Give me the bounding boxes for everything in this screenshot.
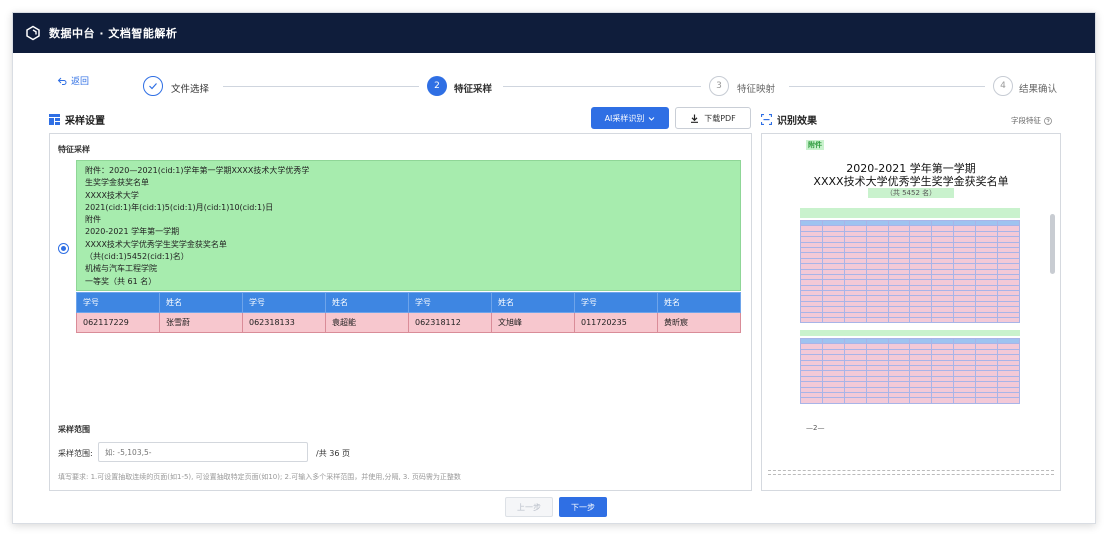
download-icon: [691, 114, 699, 123]
table-cell: 文旭峰: [491, 312, 575, 333]
sample-text-line: 附件：2020—2021(cid:1)学年第一学期XXXX技术大学优秀学: [85, 166, 310, 175]
prev-step-button[interactable]: 上一步: [505, 497, 553, 517]
back-arrow-icon: [57, 77, 67, 85]
sample-text-line: 机械与汽车工程学院: [85, 264, 157, 274]
step-line-1: [223, 86, 419, 87]
table-cell: 062318133: [242, 312, 326, 333]
doc-table-1: [800, 219, 1020, 324]
sample-table: 学号 姓名 学号 姓名 学号 姓名 学号 姓名 062117229 张雪蔚 06…: [76, 292, 741, 333]
download-label: 下载PDF: [704, 113, 736, 123]
step-1-label: 文件选择: [171, 84, 210, 95]
step-3-circle: 3: [709, 76, 729, 96]
range-input[interactable]: [98, 442, 308, 462]
table-header-row: 学号 姓名 学号 姓名 学号 姓名 学号 姓名: [76, 292, 741, 313]
table-header: 姓名: [159, 292, 243, 313]
ai-sampling-button[interactable]: AI采样识别: [591, 107, 669, 129]
table-cell: 062318112: [408, 312, 492, 333]
page-divider: [768, 470, 1054, 471]
download-pdf-button[interactable]: 下载PDF: [675, 107, 751, 129]
help-icon: [1044, 116, 1052, 125]
preview-scrollbar[interactable]: [1050, 214, 1055, 274]
sample-text-block: 附件：2020—2021(cid:1)学年第一学期XXXX技术大学优秀学 生奖学…: [76, 160, 741, 291]
step-4-label: 结果确认: [1019, 84, 1058, 95]
scan-icon: [761, 114, 772, 125]
doc-count: （共 5452 名）: [868, 188, 954, 198]
range-section-title: 采样范围: [58, 425, 90, 434]
step-1-check-icon: [143, 76, 163, 96]
sample-text-line: 生奖学金获奖名单: [85, 178, 149, 188]
doc-section-caption: [800, 330, 1020, 336]
sampling-section-title: 采样设置: [49, 112, 105, 127]
sampling-title-text: 采样设置: [65, 116, 105, 127]
table-header: 姓名: [325, 292, 409, 313]
table-row: 062117229 张雪蔚 062318133 袁超能 062318112 文旭…: [76, 312, 741, 333]
sample-text-line: 2020-2021 学年第一学期: [85, 227, 180, 237]
settings-grid-icon: [49, 114, 60, 125]
step-line-3: [789, 86, 985, 87]
app-window: 数据中台 · 文档智能解析 返回 文件选择 2 特征采样 3 特征映射 4 结果…: [12, 12, 1096, 524]
table-cell: 011720235: [574, 312, 658, 333]
table-header: 学号: [242, 292, 326, 313]
table-cell: 062117229: [76, 312, 160, 333]
range-hint: 填写要求: 1.可设置抽取连续的页面(如1-5), 可设置抽取特定页面(如10)…: [58, 473, 461, 481]
result-preview-panel: 附件 2020-2021 学年第一学期 XXXX技术大学优秀学生奖学金获奖名单 …: [761, 133, 1061, 491]
next-step-button[interactable]: 下一步: [559, 497, 607, 517]
field-feature-link[interactable]: 字段特征: [1011, 115, 1052, 126]
sample-text-line: 2021(cid:1)年(cid:1)5(cid:1)月(cid:1)10(ci…: [85, 202, 274, 212]
sample-text-line: 一等奖（共 61 名）: [85, 276, 157, 286]
table-cell: 袁超能: [325, 312, 409, 333]
sample-text-line: 附件: [85, 215, 101, 225]
step-2-label: 特征采样: [454, 84, 493, 95]
doc-table-2: [800, 337, 1020, 404]
doc-attach-label: 附件: [806, 140, 824, 150]
sample-text-line: （共(cid:1)5452(cid:1)名）: [85, 252, 189, 262]
step-4-circle: 4: [993, 76, 1013, 96]
result-title-text: 识别效果: [777, 116, 817, 127]
step-line-2: [503, 86, 701, 87]
sampling-panel: 特征采样 附件：2020—2021(cid:1)学年第一学期XXXX技术大学优秀…: [49, 133, 752, 491]
step-2-circle: 2: [427, 76, 447, 96]
doc-section-caption: [800, 208, 1020, 218]
sample-radio[interactable]: [58, 243, 69, 254]
range-total-pages: /共 36 页: [316, 449, 350, 458]
table-cell: 黄昕宸: [657, 312, 741, 333]
page-divider: [768, 474, 1054, 475]
range-label: 采样范围:: [58, 449, 93, 458]
result-section-title: 识别效果: [761, 112, 817, 127]
steps-bar: 返回 文件选择 2 特征采样 3 特征映射 4 结果确认: [13, 53, 1095, 109]
table-header: 姓名: [491, 292, 575, 313]
back-button[interactable]: 返回: [57, 74, 89, 87]
back-label: 返回: [71, 77, 90, 87]
chevron-down-icon: [649, 116, 655, 121]
table-header: 学号: [76, 292, 160, 313]
feature-sampling-label: 特征采样: [58, 145, 90, 154]
top-bar: 数据中台 · 文档智能解析: [13, 13, 1095, 53]
table-header: 姓名: [657, 292, 741, 313]
table-cell: 张雪蔚: [159, 312, 243, 333]
document-preview: 附件 2020-2021 学年第一学期 XXXX技术大学优秀学生奖学金获奖名单 …: [762, 134, 1060, 490]
table-header: 学号: [574, 292, 658, 313]
doc-title-line2: XXXX技术大学优秀学生奖学金获奖名单: [813, 175, 1009, 188]
app-title: 数据中台 · 文档智能解析: [49, 27, 178, 40]
ai-button-label: AI采样识别: [604, 113, 645, 123]
sample-text-line: XXXX技术大学优秀学生奖学金获奖名单: [85, 239, 227, 249]
doc-page-number: —2—: [806, 424, 825, 432]
field-link-label: 字段特征: [1011, 116, 1041, 125]
step-3-label: 特征映射: [737, 84, 776, 95]
table-header: 学号: [408, 292, 492, 313]
app-logo-icon: [26, 25, 40, 41]
sample-text-line: XXXX技术大学: [85, 190, 139, 200]
